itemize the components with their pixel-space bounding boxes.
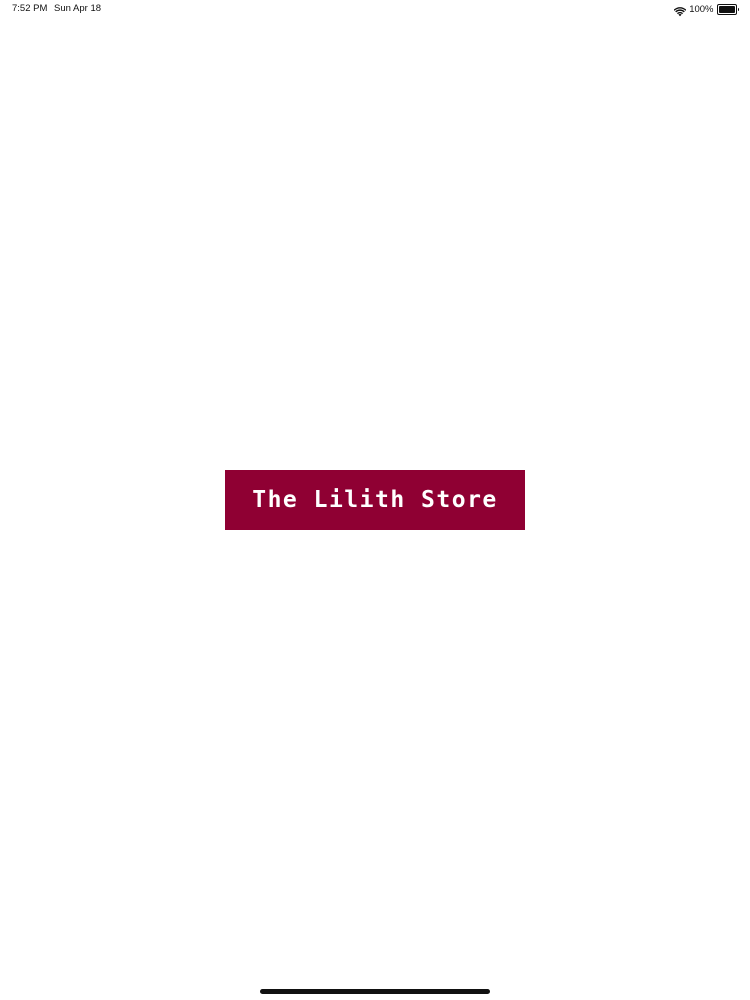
logo-text: The Lilith Store — [252, 487, 498, 513]
status-indicators: 100% — [673, 2, 739, 17]
store-logo: The Lilith Store — [225, 470, 525, 530]
battery-fill — [718, 5, 735, 13]
status-date: Sun Apr 18 — [54, 3, 102, 14]
battery-icon — [716, 3, 739, 15]
battery-body — [716, 3, 737, 15]
home-indicator[interactable] — [260, 989, 490, 994]
battery-cap — [737, 7, 739, 11]
battery-percentage: 100% — [689, 3, 714, 15]
wifi-icon — [673, 4, 687, 17]
splash-screen: 7:52 PM Sun Apr 18 100% The Lilith Store — [0, 0, 750, 1000]
status-bar: 7:52 PM Sun Apr 18 100% — [0, 0, 750, 18]
status-time: 7:52 PM — [12, 3, 48, 14]
